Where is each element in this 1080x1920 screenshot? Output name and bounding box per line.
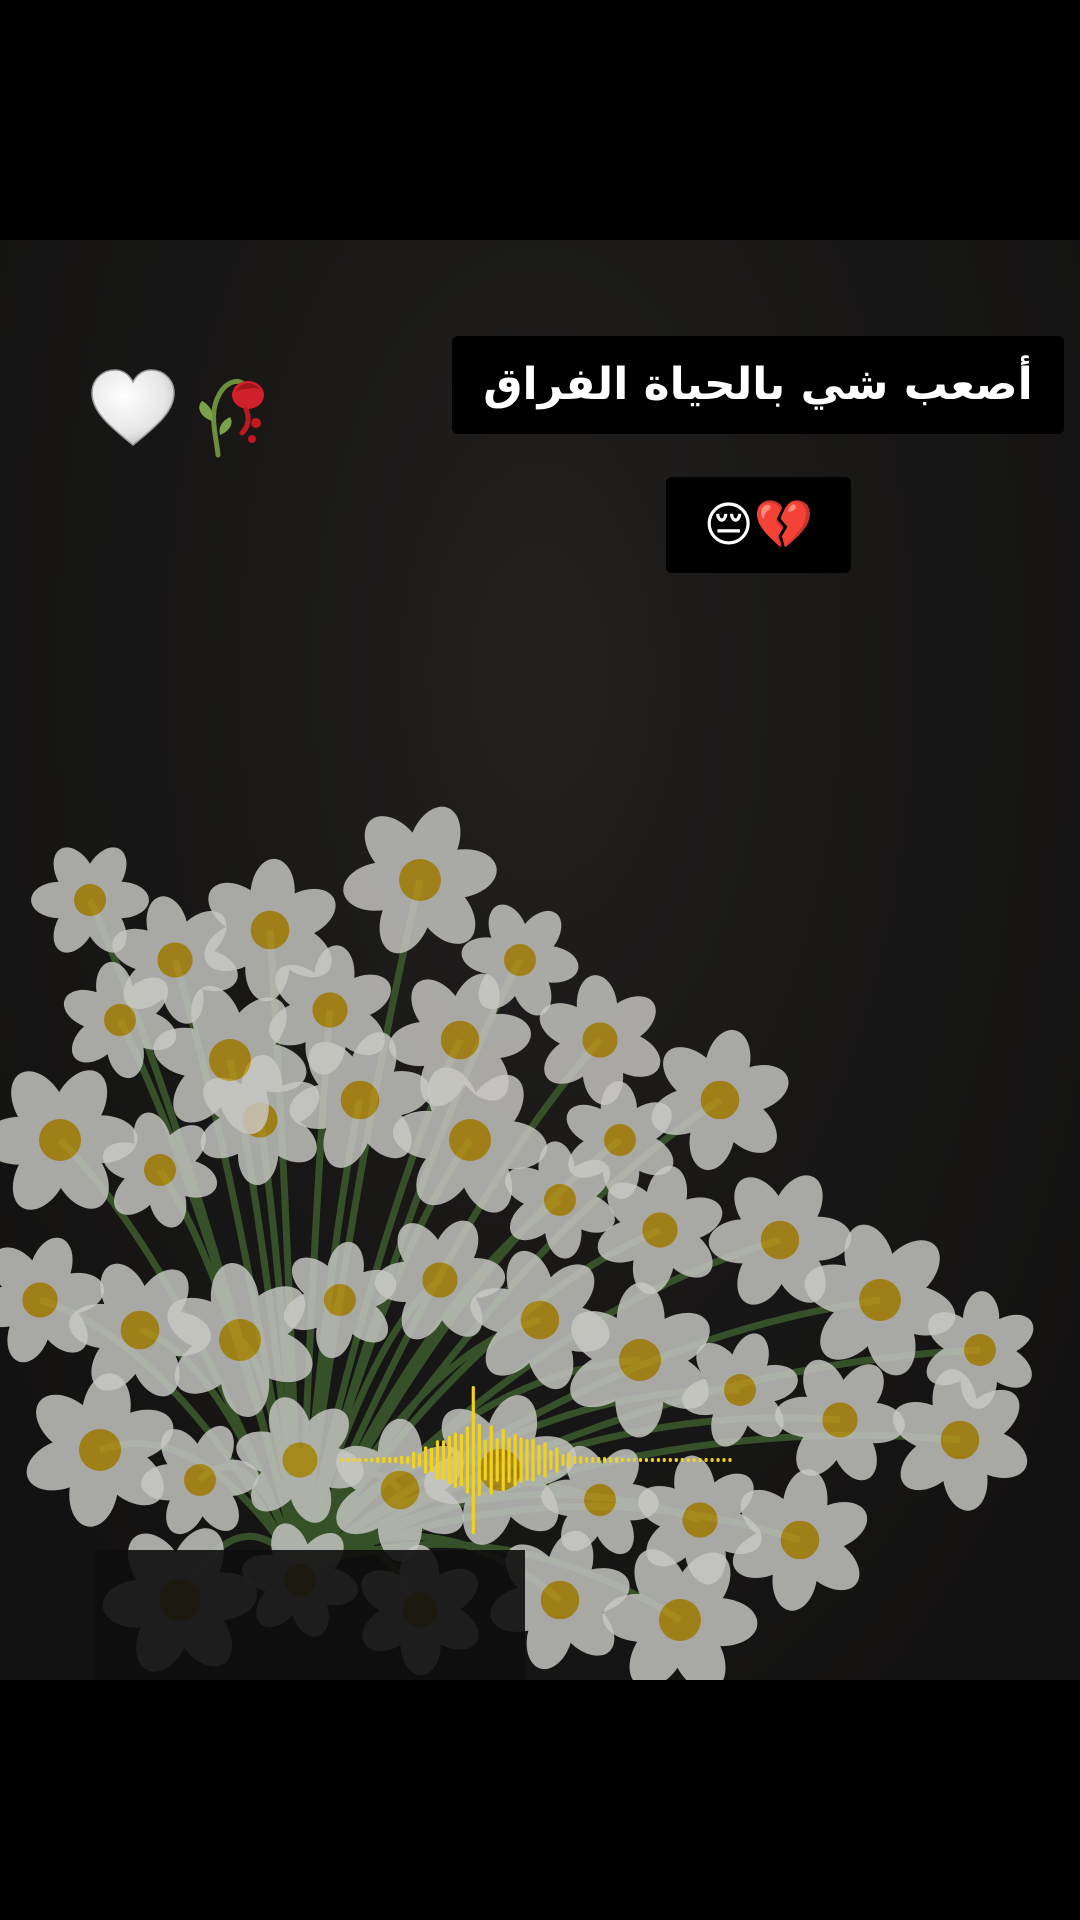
waveform-bar	[441, 1440, 446, 1480]
waveform-bar	[662, 1458, 666, 1462]
waveform-bar	[638, 1458, 643, 1462]
waveform-bar	[597, 1457, 601, 1463]
waveform-bar	[656, 1458, 660, 1462]
waveform-bar	[632, 1458, 637, 1462]
narcissus-flower	[343, 806, 497, 954]
waveform-bar	[519, 1437, 523, 1483]
wilted-rose-icon	[199, 378, 264, 457]
waveform-bar	[615, 1457, 619, 1463]
waveform-bar	[400, 1455, 404, 1465]
waveform-bar	[710, 1458, 714, 1462]
waveform-bar	[489, 1425, 493, 1495]
waveform-bar	[477, 1424, 481, 1496]
waveform-bar	[621, 1458, 625, 1462]
waveform-bar	[591, 1457, 595, 1463]
waveform-bar	[704, 1458, 708, 1462]
waveform-bar	[483, 1439, 487, 1481]
waveform-bar	[376, 1457, 380, 1463]
waveform-bar	[537, 1444, 541, 1476]
waveform-bar	[549, 1450, 553, 1470]
narcissus-flower	[539, 975, 661, 1105]
waveform-bar	[561, 1454, 565, 1466]
narcissus-flower	[0, 1237, 105, 1363]
waveform-bar	[692, 1458, 696, 1462]
waveform-bar	[346, 1458, 350, 1462]
waveform-bar	[525, 1439, 529, 1481]
waveform-bar	[728, 1458, 732, 1462]
waveform-bar	[370, 1458, 374, 1462]
decorative-icons	[88, 360, 270, 460]
waveform-bar	[603, 1457, 607, 1463]
waveform-bar	[447, 1435, 451, 1485]
waveform-bar	[418, 1453, 422, 1467]
waveform-bar	[650, 1458, 654, 1462]
waveform-bar	[435, 1440, 440, 1480]
waveform-bar	[340, 1458, 344, 1462]
waveform-bar	[609, 1457, 613, 1463]
waveform-bar	[465, 1426, 469, 1494]
waveform-bar	[668, 1458, 672, 1462]
waveform-bar	[644, 1458, 648, 1462]
waveform-bar	[453, 1432, 457, 1488]
waveform-bar	[585, 1457, 589, 1463]
waveform-bar	[501, 1429, 505, 1491]
waveform-bar	[686, 1458, 690, 1462]
caption-emoji-text: 😔💔	[666, 477, 851, 573]
waveform-bar	[471, 1386, 475, 1534]
waveform-bar	[507, 1437, 511, 1483]
caption-main-text: أصعب شي بالحياة الفراق	[452, 336, 1064, 434]
waveform-bar	[513, 1433, 517, 1487]
narcissus-flower	[892, 1369, 1028, 1511]
audio-waveform-icon	[340, 1386, 732, 1534]
waveform-bar	[358, 1458, 362, 1462]
waveform-bar	[394, 1457, 398, 1463]
video-frame: أصعب شي بالحياة الفراق 😔💔	[0, 0, 1080, 1920]
waveform-bar	[626, 1458, 631, 1462]
waveform-bar	[543, 1442, 547, 1478]
waveform-bar	[388, 1457, 392, 1463]
waveform-bar	[495, 1438, 499, 1482]
waveform-bar	[567, 1452, 571, 1468]
waveform-bar	[555, 1447, 559, 1473]
waveform-bar	[424, 1446, 428, 1474]
waveform-bar	[429, 1447, 434, 1473]
waveform-bar	[459, 1433, 463, 1487]
waveform-bar	[674, 1458, 678, 1462]
waveform-bar	[406, 1456, 410, 1464]
waveform-bar	[412, 1451, 416, 1469]
waveform-bar	[698, 1458, 702, 1462]
waveform-bar	[352, 1458, 356, 1462]
waveform-bar	[579, 1456, 583, 1464]
waveform-bar	[716, 1458, 720, 1462]
waveform-bar	[722, 1458, 726, 1462]
waveform-bar	[680, 1458, 684, 1462]
waveform-bar	[382, 1457, 386, 1463]
white-heart-icon	[91, 369, 175, 446]
waveform-bar	[364, 1458, 368, 1462]
waveform-bar	[573, 1456, 577, 1464]
waveform-bar	[531, 1438, 535, 1482]
